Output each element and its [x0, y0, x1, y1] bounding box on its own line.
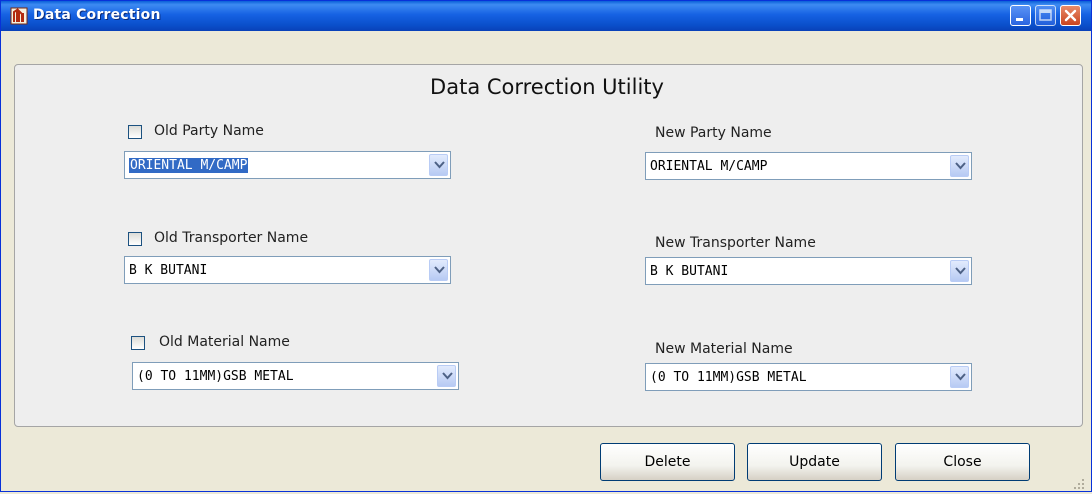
update-button[interactable]: Update — [747, 443, 882, 481]
new-material-value: (0 TO 11MM)GSB METAL — [650, 370, 807, 385]
chevron-down-icon — [434, 161, 445, 169]
old-transporter-checkbox[interactable] — [128, 232, 142, 246]
new-party-value: ORIENTAL M/CAMP — [650, 159, 768, 174]
new-transporter-dropdown-button[interactable] — [950, 260, 969, 282]
old-material-checkbox[interactable] — [131, 336, 145, 350]
old-material-value: (0 TO 11MM)GSB METAL — [137, 369, 294, 384]
old-transporter-label: Old Transporter Name — [154, 230, 309, 246]
old-material-dropdown-button[interactable] — [437, 365, 456, 387]
new-party-label: New Party Name — [655, 125, 772, 141]
app-logo-icon — [10, 7, 28, 25]
old-party-checkbox[interactable] — [128, 125, 142, 139]
new-material-combo[interactable]: (0 TO 11MM)GSB METAL — [645, 363, 972, 391]
old-material-combo[interactable]: (0 TO 11MM)GSB METAL — [132, 362, 459, 390]
old-party-dropdown-button[interactable] — [429, 154, 448, 176]
data-correction-window: Data Correction Data Correction Utility … — [0, 0, 1092, 492]
old-party-value: ORIENTAL M/CAMP — [129, 158, 249, 173]
title-bar[interactable]: Data Correction — [1, 1, 1091, 31]
chevron-down-icon — [442, 372, 453, 380]
old-transporter-value: B K BUTANI — [129, 263, 208, 278]
resize-grip-icon[interactable] — [1073, 475, 1085, 489]
old-transporter-combo[interactable]: B K BUTANI — [124, 256, 451, 284]
chevron-down-icon — [955, 267, 966, 275]
new-transporter-label: New Transporter Name — [655, 235, 816, 251]
new-material-dropdown-button[interactable] — [950, 366, 969, 388]
close-window-button[interactable] — [1060, 5, 1081, 26]
minimize-icon — [1016, 18, 1023, 21]
close-icon — [1064, 9, 1077, 22]
new-material-label: New Material Name — [655, 341, 793, 357]
panel-title: Data Correction Utility — [430, 75, 664, 99]
minimize-button[interactable] — [1010, 5, 1031, 26]
new-transporter-combo[interactable]: B K BUTANI — [645, 257, 972, 285]
old-party-label: Old Party Name — [154, 123, 264, 139]
delete-button[interactable]: Delete — [600, 443, 735, 481]
old-party-combo[interactable]: ORIENTAL M/CAMP — [124, 151, 451, 179]
maximize-button[interactable] — [1035, 5, 1056, 26]
new-party-dropdown-button[interactable] — [950, 155, 969, 177]
close-button[interactable]: Close — [895, 443, 1030, 481]
new-party-combo[interactable]: ORIENTAL M/CAMP — [645, 152, 972, 180]
chevron-down-icon — [955, 162, 966, 170]
old-transporter-dropdown-button[interactable] — [429, 259, 448, 281]
window-title: Data Correction — [33, 7, 161, 23]
chevron-down-icon — [434, 266, 445, 274]
maximize-icon — [1039, 9, 1052, 21]
old-material-label: Old Material Name — [159, 334, 290, 350]
new-transporter-value: B K BUTANI — [650, 264, 729, 279]
chevron-down-icon — [955, 373, 966, 381]
